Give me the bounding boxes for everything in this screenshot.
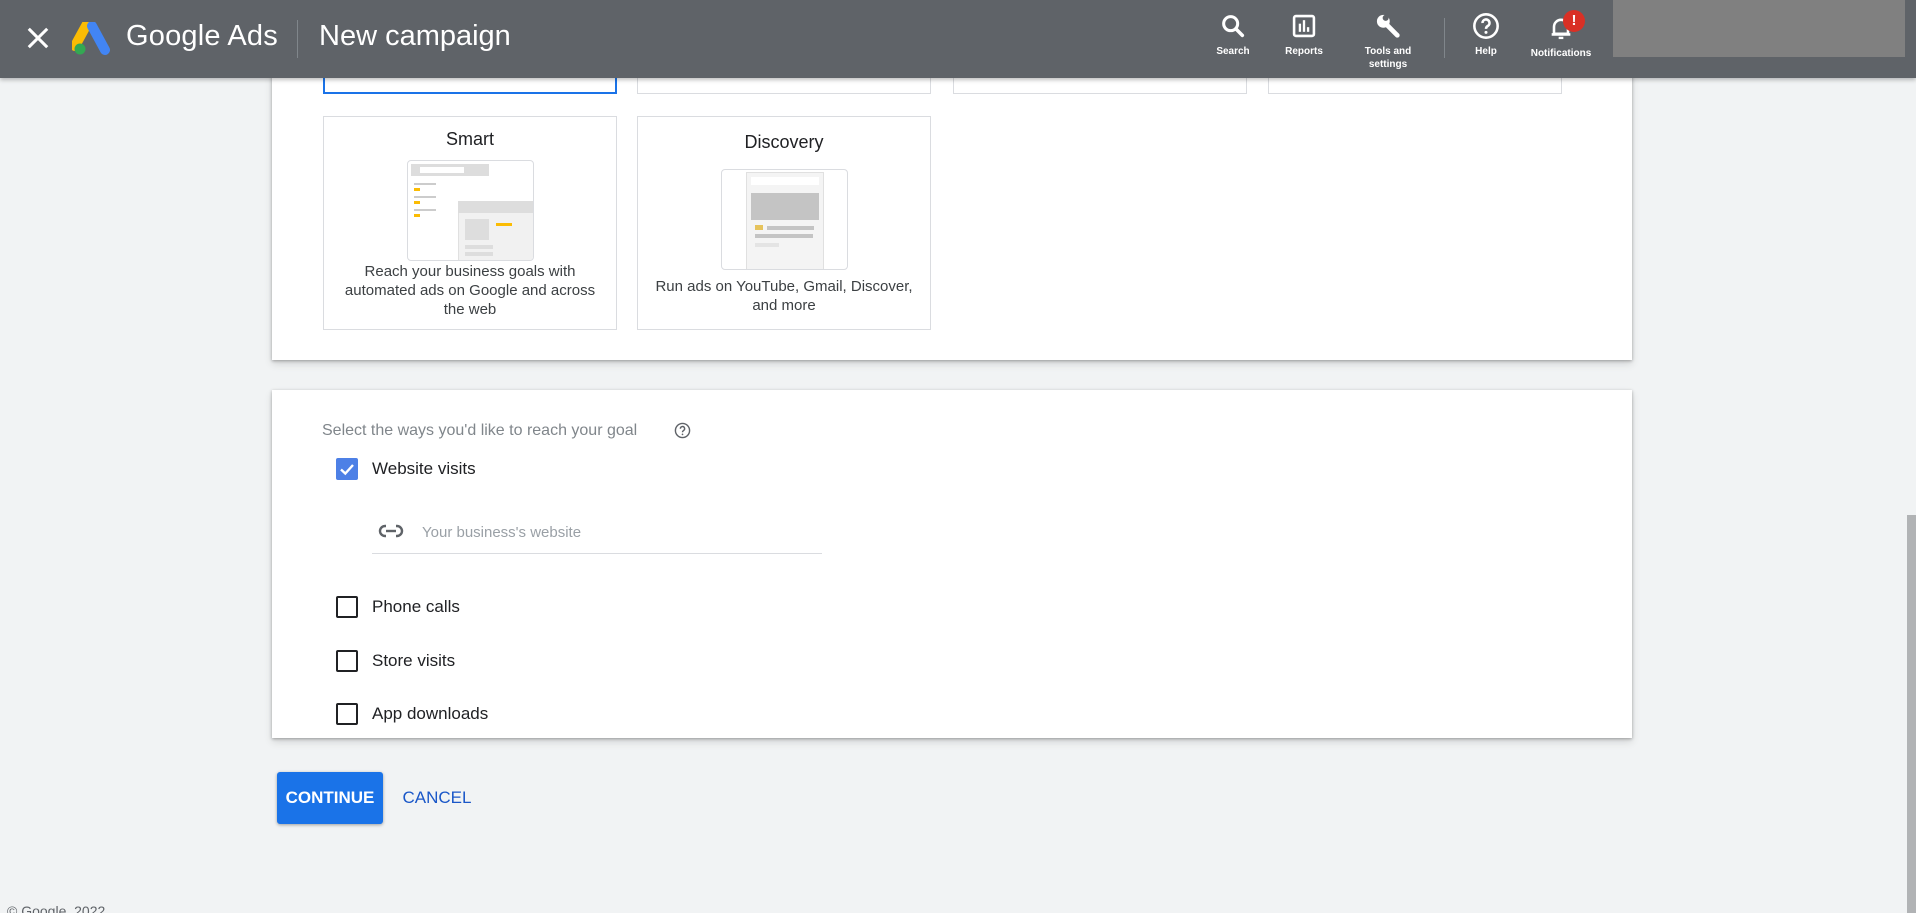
card-title: Discovery xyxy=(744,132,824,152)
brand-name: Google Ads xyxy=(126,20,278,52)
card-description: Run ads on YouTube, Gmail, Discover, and… xyxy=(655,278,913,314)
cancel-button[interactable]: CANCEL xyxy=(396,772,478,824)
footer-copyright: © Google, 2022 xyxy=(7,903,106,913)
goal-option-label: Phone calls xyxy=(372,597,460,616)
website-url-input[interactable] xyxy=(422,520,812,544)
campaign-type-smart[interactable]: Smart Reach your business goals with aut… xyxy=(323,116,617,330)
card-title: Smart xyxy=(445,129,494,149)
goal-option-label: Website visits xyxy=(372,459,476,478)
nav-help[interactable]: Help xyxy=(1446,12,1526,58)
discovery-illustration xyxy=(721,169,848,270)
checkbox-checked[interactable] xyxy=(336,458,358,480)
page-title: New campaign xyxy=(319,20,511,52)
help-circle-icon[interactable] xyxy=(674,422,691,439)
nav-tools-label: Tools and settings xyxy=(1364,46,1412,70)
google-ads-logo-icon xyxy=(72,22,110,55)
goal-option-label: App downloads xyxy=(372,704,489,723)
goal-selection-panel: Select the ways you'd like to reach your… xyxy=(272,390,1632,738)
checkbox-unchecked[interactable] xyxy=(336,596,358,618)
nav-search-label: Search xyxy=(1216,46,1250,57)
close-icon[interactable] xyxy=(24,24,52,52)
link-icon xyxy=(378,524,404,538)
nav-tools-settings[interactable]: Tools and settings xyxy=(1348,12,1428,71)
help-icon xyxy=(1473,13,1499,39)
continue-button[interactable]: CONTINUE xyxy=(277,772,383,824)
website-url-field xyxy=(372,502,822,554)
reports-icon xyxy=(1292,14,1316,38)
notification-badge: ! xyxy=(1563,10,1585,32)
top-app-bar: Google Ads New campaign Search Reports T… xyxy=(0,0,1916,78)
search-icon xyxy=(1222,15,1245,38)
page-scrollbar[interactable] xyxy=(1907,515,1916,913)
nav-search[interactable]: Search xyxy=(1193,12,1273,58)
card-description: Reach your business goals with automated… xyxy=(344,263,596,318)
campaign-type-discovery[interactable]: Discovery Run ads on YouTube, Gmail, Dis… xyxy=(637,116,931,330)
smart-illustration xyxy=(407,160,534,261)
nav-help-label: Help xyxy=(1475,46,1497,57)
checkbox-unchecked[interactable] xyxy=(336,650,358,672)
header-divider xyxy=(297,20,298,58)
checkbox-unchecked[interactable] xyxy=(336,703,358,725)
checkmark-icon xyxy=(340,464,354,476)
wrench-icon xyxy=(1376,14,1400,38)
header-divider xyxy=(1444,18,1445,58)
goal-option-label: Store visits xyxy=(372,651,456,670)
nav-notifications-label: Notifications xyxy=(1530,48,1592,59)
redacted-account-area xyxy=(1613,0,1905,57)
goal-prompt: Select the ways you'd like to reach your… xyxy=(322,422,638,439)
nav-notifications[interactable]: ! Notifications xyxy=(1521,10,1601,60)
nav-reports-label: Reports xyxy=(1285,46,1323,57)
nav-reports[interactable]: Reports xyxy=(1264,12,1344,58)
